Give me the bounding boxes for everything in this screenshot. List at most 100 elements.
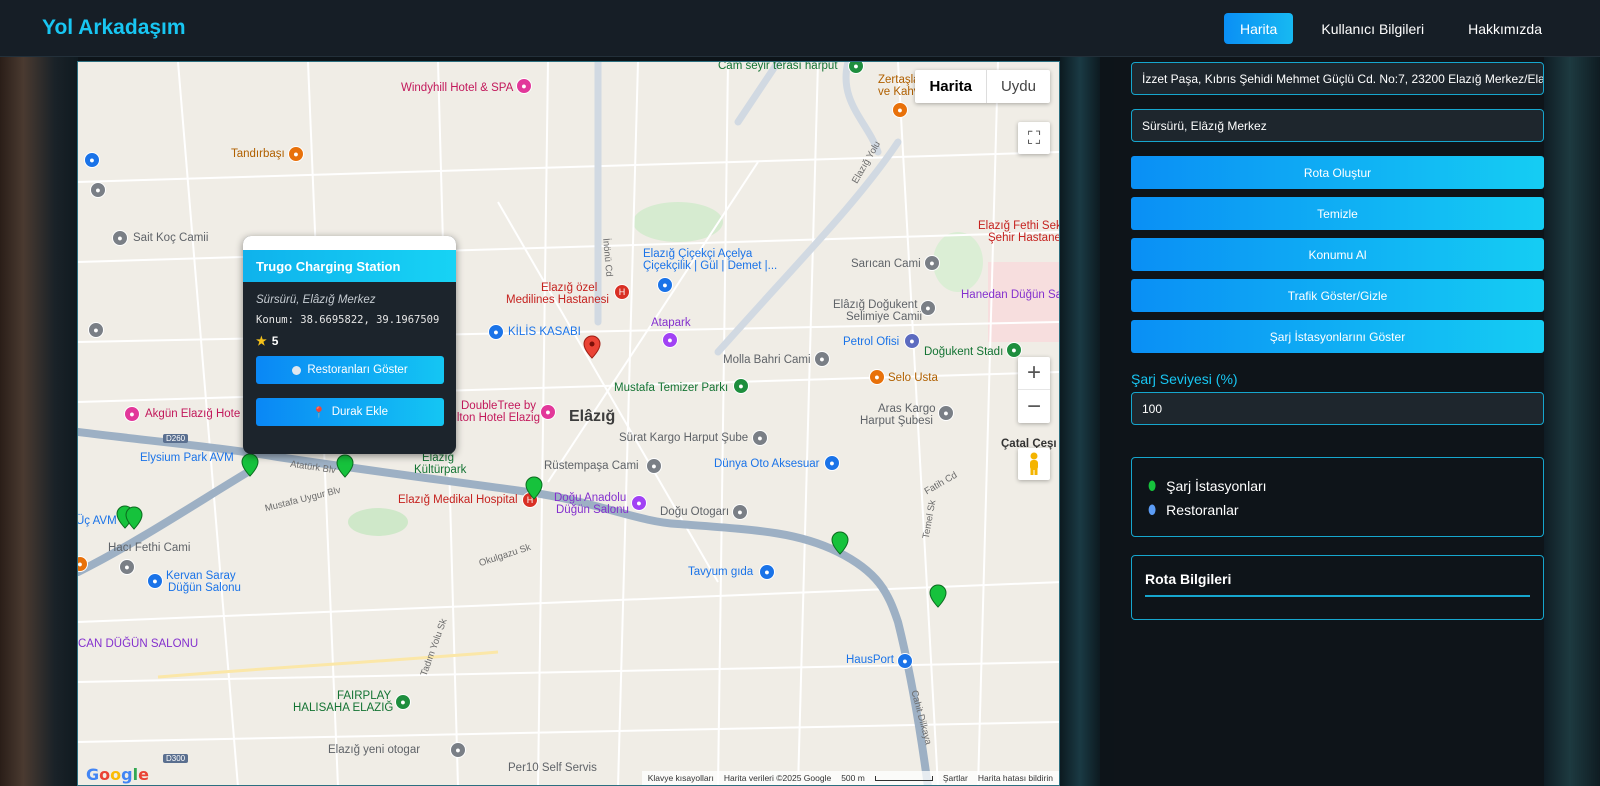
map-label: Tavyum gıda	[688, 566, 754, 578]
poi-marker-icon[interactable]: ●	[904, 333, 920, 349]
keyboard-shortcuts-link[interactable]: Klavye kısayolları	[648, 773, 714, 783]
zoom-out-icon[interactable]: −	[1018, 390, 1050, 423]
nav-hakkimizda[interactable]: Hakkımızda	[1452, 13, 1558, 44]
poi-marker-icon[interactable]: ●	[824, 455, 840, 471]
poi-marker-icon[interactable]: ●	[516, 78, 532, 94]
poi-marker-icon[interactable]: ●	[540, 404, 556, 420]
show-restaurants-label: Restoranları Göster	[307, 364, 408, 376]
map-legend: ⬮ Şarj İstasyonları ⬮ Restoranlar	[1131, 457, 1544, 537]
map-label: Hanedan Düğün Sa	[961, 289, 1060, 301]
top-navbar: Yol Arkadaşım Harita Kullanıcı Bilgileri…	[0, 0, 1600, 57]
create-route-button[interactable]: Rota Oluştur	[1131, 156, 1544, 189]
map-data-credit: Harita verileri ©2025 Google	[723, 773, 832, 783]
poi-marker-icon[interactable]: ●	[450, 742, 466, 758]
map-label: Molla Bahri Cami	[723, 354, 811, 366]
map-label: Windyhill Hotel & SPA	[401, 82, 514, 94]
add-stop-button[interactable]: 📍 Durak Ekle	[256, 398, 444, 426]
map-label: Düğün Salonu	[168, 582, 241, 594]
poi-marker-icon[interactable]: ●	[395, 694, 411, 710]
poi-marker-icon[interactable]: ●	[924, 255, 940, 271]
map-label: Sait Koç Camii	[133, 232, 209, 244]
poi-marker-icon[interactable]: ●	[897, 653, 913, 669]
poi-marker-icon[interactable]: ●	[488, 324, 504, 340]
map-label: Çiçekçilik | Gül | Demet |...	[643, 260, 778, 272]
nav-harita[interactable]: Harita	[1224, 13, 1294, 44]
poi-marker-icon[interactable]: ●	[112, 230, 128, 246]
poi-marker-icon[interactable]: H	[522, 492, 538, 508]
map-label: Sarıcan Cami	[851, 258, 921, 270]
poi-marker-icon[interactable]: ●	[631, 495, 647, 511]
map-label: Hacı Fethi Cami	[108, 542, 191, 554]
poi-marker-icon[interactable]: ●	[814, 351, 830, 367]
legend-label: Restoranlar	[1166, 502, 1239, 518]
charge-level-input[interactable]: 100	[1131, 392, 1544, 425]
poi-marker-icon[interactable]: ●	[938, 405, 954, 421]
poi-marker-icon[interactable]: ●	[646, 458, 662, 474]
poi-marker-icon[interactable]: ●	[869, 369, 885, 385]
map-label: Selo Usta	[888, 372, 938, 384]
map-label: DoubleTree by	[461, 400, 537, 412]
destination-input[interactable]: Sürsürü, Elâzığ Merkez	[1131, 109, 1544, 142]
poi-marker-icon[interactable]: ●	[147, 573, 163, 589]
poi-marker-icon[interactable]: ●	[84, 152, 100, 168]
map-type-uydu[interactable]: Uydu	[987, 70, 1050, 103]
brand-logo[interactable]: Yol Arkadaşım	[42, 16, 186, 40]
poi-marker-icon[interactable]: ●	[119, 559, 135, 575]
poi-marker-icon[interactable]: ●	[662, 332, 678, 348]
terms-link[interactable]: Şartlar	[943, 773, 968, 783]
map-label: Cam seyir terası harput	[718, 61, 838, 72]
show-restaurants-button[interactable]: Restoranları Göster	[256, 356, 444, 384]
show-charging-stations-button[interactable]: Şarj İstasyonlarını Göster	[1131, 320, 1544, 353]
map-label: Petrol Ofisi	[843, 336, 900, 348]
scale-label[interactable]: 500 m	[841, 773, 865, 783]
poi-marker-icon[interactable]: H	[614, 284, 630, 300]
map-label: Elazığ Fethi Seki	[978, 220, 1060, 232]
map-type-harita[interactable]: Harita	[915, 70, 987, 103]
poi-marker-icon[interactable]: ●	[733, 378, 749, 394]
zoom-in-icon[interactable]: +	[1018, 357, 1050, 390]
map-label: Rüstempaşa Cami	[544, 460, 639, 472]
route-info-title: Rota Bilgileri	[1145, 571, 1530, 597]
rating-value: 5	[271, 334, 279, 348]
map-label: HausPort	[846, 654, 894, 666]
popup-title: Trugo Charging Station	[243, 250, 456, 282]
poi-marker-icon[interactable]: ●	[90, 182, 106, 198]
background-strip	[1060, 57, 1100, 786]
map-label: Aras Kargo	[878, 403, 936, 415]
map-type-control: Harita Uydu	[915, 70, 1050, 103]
poi-marker-icon[interactable]: ●	[88, 322, 104, 338]
fullscreen-icon[interactable]: ⛶	[1018, 122, 1050, 154]
map-label: Doğukent Stadı	[924, 346, 1004, 358]
street-view-pegman-icon[interactable]	[1018, 448, 1050, 480]
map-canvas[interactable]: Cam seyir terası harput Zertaşlar ve Kah…	[77, 61, 1060, 786]
poi-marker-icon[interactable]: ●	[759, 564, 775, 580]
map-label: Sürat Kargo Harput Şube	[619, 432, 749, 444]
poi-marker-icon[interactable]: ●	[752, 430, 768, 446]
map-label: Üç AVM	[77, 515, 117, 527]
poi-marker-icon[interactable]: ●	[288, 146, 304, 162]
toggle-traffic-button[interactable]: Trafik Göster/Gizle	[1131, 279, 1544, 312]
get-location-button[interactable]: Konumu Al	[1131, 238, 1544, 271]
poi-marker-icon[interactable]: ●	[1006, 342, 1022, 358]
poi-marker-icon[interactable]: ●	[920, 300, 936, 316]
map-label: Elâzığ Doğukent	[833, 299, 918, 311]
map-label: Medilines Hastanesi	[506, 294, 609, 306]
clear-button[interactable]: Temizle	[1131, 197, 1544, 230]
start-address-input[interactable]: İzzet Paşa, Kıbrıs Şehidi Mehmet Güçlü C…	[1131, 62, 1544, 95]
add-stop-label: Durak Ekle	[331, 406, 388, 418]
map-label: HALISAHA ELAZIĞ	[293, 702, 394, 714]
map-label: Doğu Otogarı	[660, 506, 730, 518]
poi-marker-icon[interactable]: ●	[657, 277, 673, 293]
map-label: Akgün Elazığ Hote	[145, 408, 241, 420]
map-label: CAN DÜĞÜN SALONU	[78, 638, 199, 650]
poi-marker-icon[interactable]: ●	[124, 406, 140, 422]
star-icon: ★	[256, 334, 267, 348]
restaurant-icon	[292, 365, 302, 375]
nav-kullanici-bilgileri[interactable]: Kullanıcı Bilgileri	[1305, 13, 1440, 44]
map-label: Kültürpark	[414, 464, 467, 476]
zoom-control: + −	[1018, 357, 1050, 423]
poi-marker-icon[interactable]: ●	[732, 504, 748, 520]
poi-marker-icon[interactable]: ●	[892, 102, 908, 118]
report-error-link[interactable]: Harita hatası bildirin	[978, 773, 1053, 783]
map-label: Selimiye Camii	[846, 311, 923, 323]
